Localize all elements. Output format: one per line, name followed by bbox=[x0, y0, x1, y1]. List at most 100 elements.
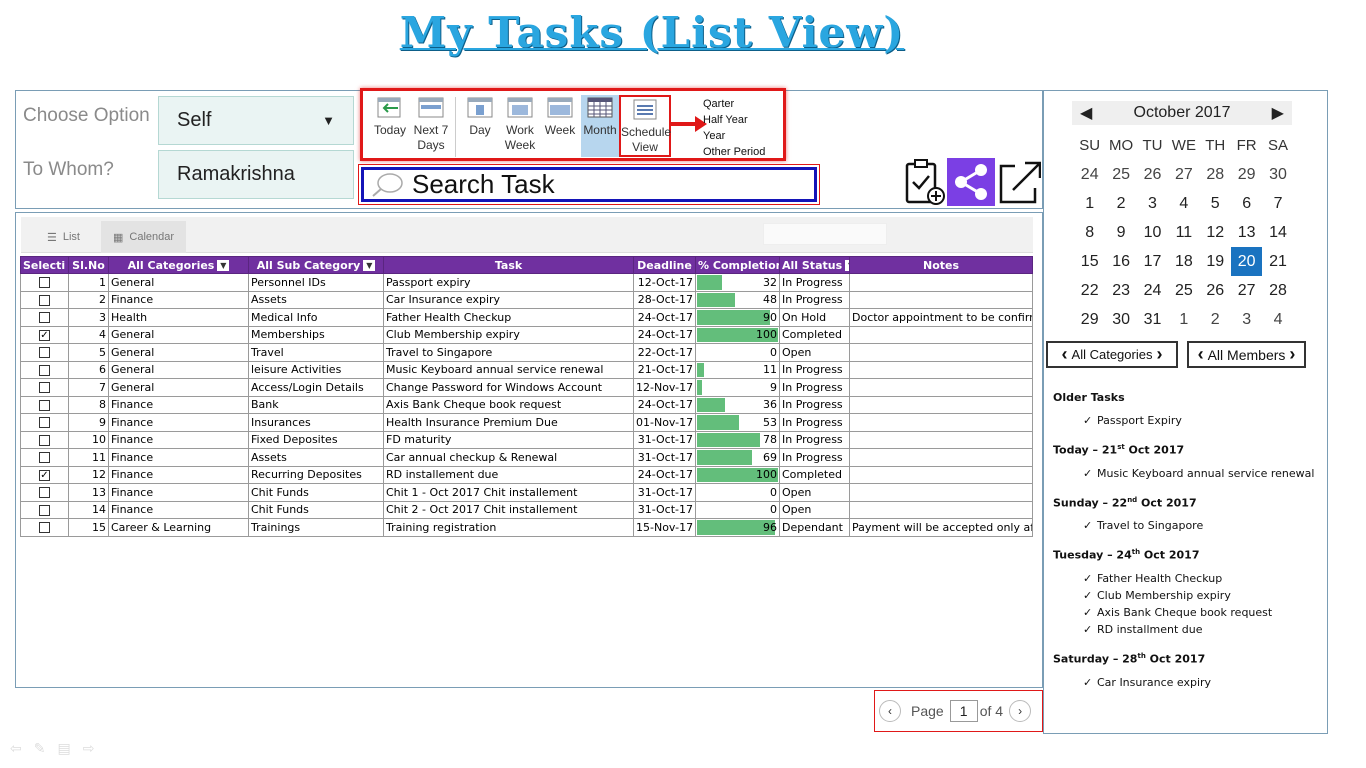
calendar-day[interactable]: 12 bbox=[1200, 218, 1231, 247]
task-cell[interactable]: Club Membership expiry bbox=[383, 325, 634, 344]
task-cell[interactable]: FD maturity bbox=[383, 430, 634, 449]
back-icon[interactable]: ⇦ bbox=[10, 740, 22, 757]
task-cell[interactable]: Change Password for Windows Account bbox=[383, 378, 634, 397]
calendar-day[interactable]: 25 bbox=[1168, 276, 1199, 305]
calendar-day[interactable]: 11 bbox=[1168, 218, 1199, 247]
calendar-day[interactable]: 1 bbox=[1168, 305, 1199, 334]
table-row[interactable]: ✓ 4 General Memberships Club Membership expi… bbox=[20, 325, 1033, 344]
agenda-item[interactable]: Father Health Checkup bbox=[1053, 570, 1329, 587]
row-select-cell[interactable] bbox=[20, 395, 69, 414]
table-row[interactable]: 14 Finance Chit Funds Chit 2 - Oct 2017 Chi… bbox=[20, 500, 1033, 519]
calendar-day[interactable]: 17 bbox=[1137, 247, 1168, 276]
calendar-day[interactable]: 13 bbox=[1231, 218, 1262, 247]
row-checkbox[interactable] bbox=[39, 364, 50, 376]
next-month-button[interactable]: ▶ bbox=[1272, 103, 1284, 123]
table-row[interactable]: 6 General leisure Activities Music Keyboard… bbox=[20, 360, 1033, 379]
open-external-icon[interactable] bbox=[997, 158, 1041, 206]
task-cell[interactable]: Music Keyboard annual service renewal bbox=[383, 360, 634, 379]
task-cell[interactable]: Chit 2 - Oct 2017 Chit installement bbox=[383, 500, 634, 519]
agenda-item[interactable]: Music Keyboard annual service renewal bbox=[1053, 465, 1329, 482]
row-checkbox[interactable] bbox=[39, 399, 50, 411]
tab-list[interactable]: ☰ List bbox=[35, 221, 92, 253]
add-task-icon[interactable] bbox=[904, 158, 948, 206]
row-checkbox[interactable] bbox=[39, 434, 50, 446]
forward-icon[interactable]: ⇨ bbox=[83, 740, 95, 757]
row-checkbox[interactable] bbox=[39, 522, 50, 534]
calendar-day[interactable]: 16 bbox=[1105, 247, 1136, 276]
work-week-button[interactable]: Work Week bbox=[501, 95, 539, 153]
calendar-day[interactable]: 14 bbox=[1262, 218, 1293, 247]
calendar-day[interactable]: 28 bbox=[1262, 276, 1293, 305]
table-row[interactable]: 15 Career & Learning Trainings Training reg… bbox=[20, 518, 1033, 537]
search-input[interactable]: Search Task bbox=[412, 169, 555, 200]
calendar-day[interactable]: 3 bbox=[1231, 305, 1262, 334]
row-checkbox[interactable] bbox=[39, 347, 50, 359]
row-checkbox[interactable] bbox=[39, 417, 50, 429]
table-row[interactable]: 2 Finance Assets Car Insurance expiry 28-Oct… bbox=[20, 290, 1033, 309]
calendar-day[interactable]: 27 bbox=[1168, 160, 1199, 189]
calendar-day[interactable]: 24 bbox=[1074, 160, 1105, 189]
row-checkbox[interactable] bbox=[39, 487, 50, 499]
row-checkbox[interactable] bbox=[39, 312, 50, 324]
calendar-day[interactable]: 29 bbox=[1231, 160, 1262, 189]
period-other[interactable]: Other Period bbox=[703, 144, 765, 160]
table-row[interactable]: 3 Health Medical Info Father Health Checkup… bbox=[20, 308, 1033, 327]
table-row[interactable]: 8 Finance Bank Axis Bank Cheque book reques… bbox=[20, 395, 1033, 414]
page-number-input[interactable]: 1 bbox=[949, 700, 978, 722]
calendar-day[interactable]: 3 bbox=[1137, 189, 1168, 218]
next-7-days-button[interactable]: Next 7 Days bbox=[411, 95, 451, 153]
task-cell[interactable]: Passport expiry bbox=[383, 273, 634, 292]
calendar-day[interactable]: 24 bbox=[1137, 276, 1168, 305]
task-cell[interactable]: Car Insurance expiry bbox=[383, 290, 634, 309]
calendar-day[interactable]: 8 bbox=[1074, 218, 1105, 247]
calendar-day[interactable]: 27 bbox=[1231, 276, 1262, 305]
row-select-cell[interactable] bbox=[20, 518, 69, 537]
calendar-day[interactable]: 15 bbox=[1074, 247, 1105, 276]
day-view-button[interactable]: Day bbox=[461, 95, 499, 138]
period-half-year[interactable]: Half Year bbox=[703, 112, 765, 128]
agenda-item[interactable]: Car Insurance expiry bbox=[1053, 674, 1329, 691]
table-row[interactable]: 11 Finance Assets Car annual checkup & Rene… bbox=[20, 448, 1033, 467]
schedule-view-button[interactable]: Schedule View bbox=[619, 95, 671, 157]
today-button[interactable]: Today bbox=[371, 95, 409, 138]
calendar-day[interactable]: 25 bbox=[1105, 160, 1136, 189]
table-row[interactable]: ✓ 12 Finance Recurring Deposites RD installe… bbox=[20, 465, 1033, 484]
calendar-day-selected[interactable]: 20 bbox=[1230, 247, 1263, 276]
calendar-day[interactable]: 28 bbox=[1200, 160, 1231, 189]
agenda-item[interactable]: RD installment due bbox=[1053, 621, 1329, 638]
calendar-day[interactable]: 1 bbox=[1074, 189, 1105, 218]
agenda-item[interactable]: Club Membership expiry bbox=[1053, 587, 1329, 604]
agenda-item[interactable]: Travel to Singapore bbox=[1053, 517, 1329, 534]
row-select-cell[interactable] bbox=[20, 308, 69, 327]
calendar-day[interactable]: 31 bbox=[1137, 305, 1168, 334]
agenda-item[interactable]: Axis Bank Cheque book request bbox=[1053, 604, 1329, 621]
period-year[interactable]: Year bbox=[703, 128, 765, 144]
calendar-day[interactable]: 2 bbox=[1105, 189, 1136, 218]
calendar-day[interactable]: 30 bbox=[1262, 160, 1293, 189]
table-row[interactable]: 9 Finance Insurances Health Insurance Premi… bbox=[20, 413, 1033, 432]
table-row[interactable]: 10 Finance Fixed Deposites FD maturity 31-Oc… bbox=[20, 430, 1033, 449]
row-select-cell[interactable]: ✓ bbox=[20, 465, 69, 484]
row-checkbox[interactable] bbox=[39, 452, 50, 464]
calendar-day[interactable]: 21 bbox=[1262, 247, 1293, 276]
row-select-cell[interactable] bbox=[20, 413, 69, 432]
calendar-day[interactable]: 22 bbox=[1074, 276, 1105, 305]
row-select-cell[interactable] bbox=[20, 500, 69, 519]
row-checkbox[interactable] bbox=[39, 504, 50, 516]
row-checkbox[interactable]: ✓ bbox=[39, 469, 50, 481]
calendar-day[interactable]: 19 bbox=[1200, 247, 1231, 276]
row-select-cell[interactable] bbox=[20, 290, 69, 309]
calendar-day[interactable]: 6 bbox=[1231, 189, 1262, 218]
row-select-cell[interactable]: ✓ bbox=[20, 325, 69, 344]
period-quarter[interactable]: Qarter bbox=[703, 96, 765, 112]
week-view-button[interactable]: Week bbox=[541, 95, 579, 138]
calendar-day[interactable]: 30 bbox=[1105, 305, 1136, 334]
table-row[interactable]: 5 General Travel Travel to Singapore 22-Oct-… bbox=[20, 343, 1033, 362]
row-checkbox[interactable]: ✓ bbox=[39, 329, 50, 341]
task-cell[interactable]: Chit 1 - Oct 2017 Chit installement bbox=[383, 483, 634, 502]
row-select-cell[interactable] bbox=[20, 448, 69, 467]
choose-option-select[interactable]: Self ▼ bbox=[158, 96, 354, 145]
row-select-cell[interactable] bbox=[20, 343, 69, 362]
table-row[interactable]: 1 General Personnel IDs Passport expiry 12-O… bbox=[20, 273, 1033, 292]
table-row[interactable]: 13 Finance Chit Funds Chit 1 - Oct 2017 Chi… bbox=[20, 483, 1033, 502]
